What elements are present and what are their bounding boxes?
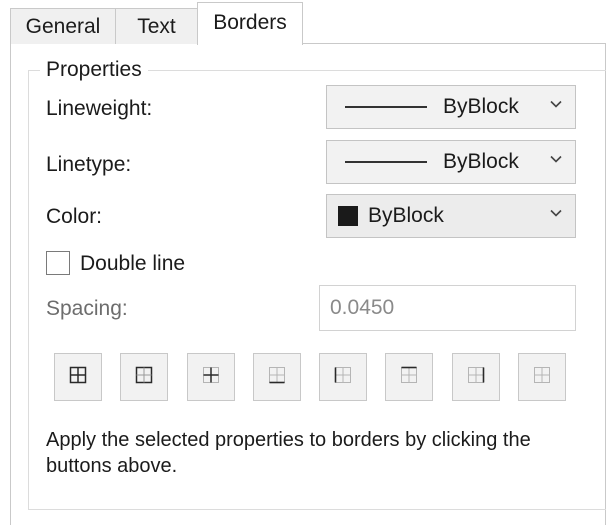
inside-borders-button[interactable] xyxy=(187,353,235,401)
linetype-value: ByBlock xyxy=(443,150,519,173)
linetype-dropdown[interactable]: ByBlock xyxy=(326,140,576,184)
spacing-input[interactable]: 0.0450 xyxy=(319,285,576,331)
lineweight-label: Lineweight: xyxy=(46,97,153,120)
right-border-icon xyxy=(466,365,486,390)
all-borders-button[interactable] xyxy=(54,353,102,401)
left-border-icon xyxy=(333,365,353,390)
line-sample xyxy=(345,106,427,108)
spacing-label: Spacing: xyxy=(46,297,128,320)
tab-text[interactable]: Text xyxy=(115,8,198,44)
color-label: Color: xyxy=(46,205,103,228)
bottom-border-icon xyxy=(267,365,287,390)
linetype-label: Linetype: xyxy=(46,153,132,176)
no-border-icon xyxy=(532,365,552,390)
tab-strip: General Text Borders xyxy=(0,0,606,45)
all-borders-icon xyxy=(68,365,88,390)
chevron-down-icon xyxy=(549,152,563,166)
outside-borders-icon xyxy=(134,365,154,390)
bottom-border-button[interactable] xyxy=(253,353,301,401)
outside-borders-button[interactable] xyxy=(120,353,168,401)
color-value: ByBlock xyxy=(368,204,444,227)
help-text: Apply the selected properties to borders… xyxy=(46,429,531,477)
double-line-checkbox[interactable] xyxy=(46,251,70,275)
color-dropdown[interactable]: ByBlock xyxy=(326,194,576,238)
top-border-icon xyxy=(399,365,419,390)
double-line-label[interactable]: Double line xyxy=(80,252,185,276)
line-sample xyxy=(345,161,427,163)
lineweight-value: ByBlock xyxy=(443,95,519,118)
color-swatch xyxy=(338,206,358,226)
chevron-down-icon xyxy=(549,206,563,220)
properties-group-title: Properties xyxy=(40,58,148,82)
tab-general[interactable]: General xyxy=(10,8,116,44)
chevron-down-icon xyxy=(549,97,563,111)
lineweight-dropdown[interactable]: ByBlock xyxy=(326,85,576,129)
top-border-button[interactable] xyxy=(385,353,433,401)
tab-borders[interactable]: Borders xyxy=(197,2,303,45)
right-border-button[interactable] xyxy=(452,353,500,401)
left-border-button[interactable] xyxy=(319,353,367,401)
no-border-button[interactable] xyxy=(518,353,566,401)
inside-borders-icon xyxy=(201,365,221,390)
